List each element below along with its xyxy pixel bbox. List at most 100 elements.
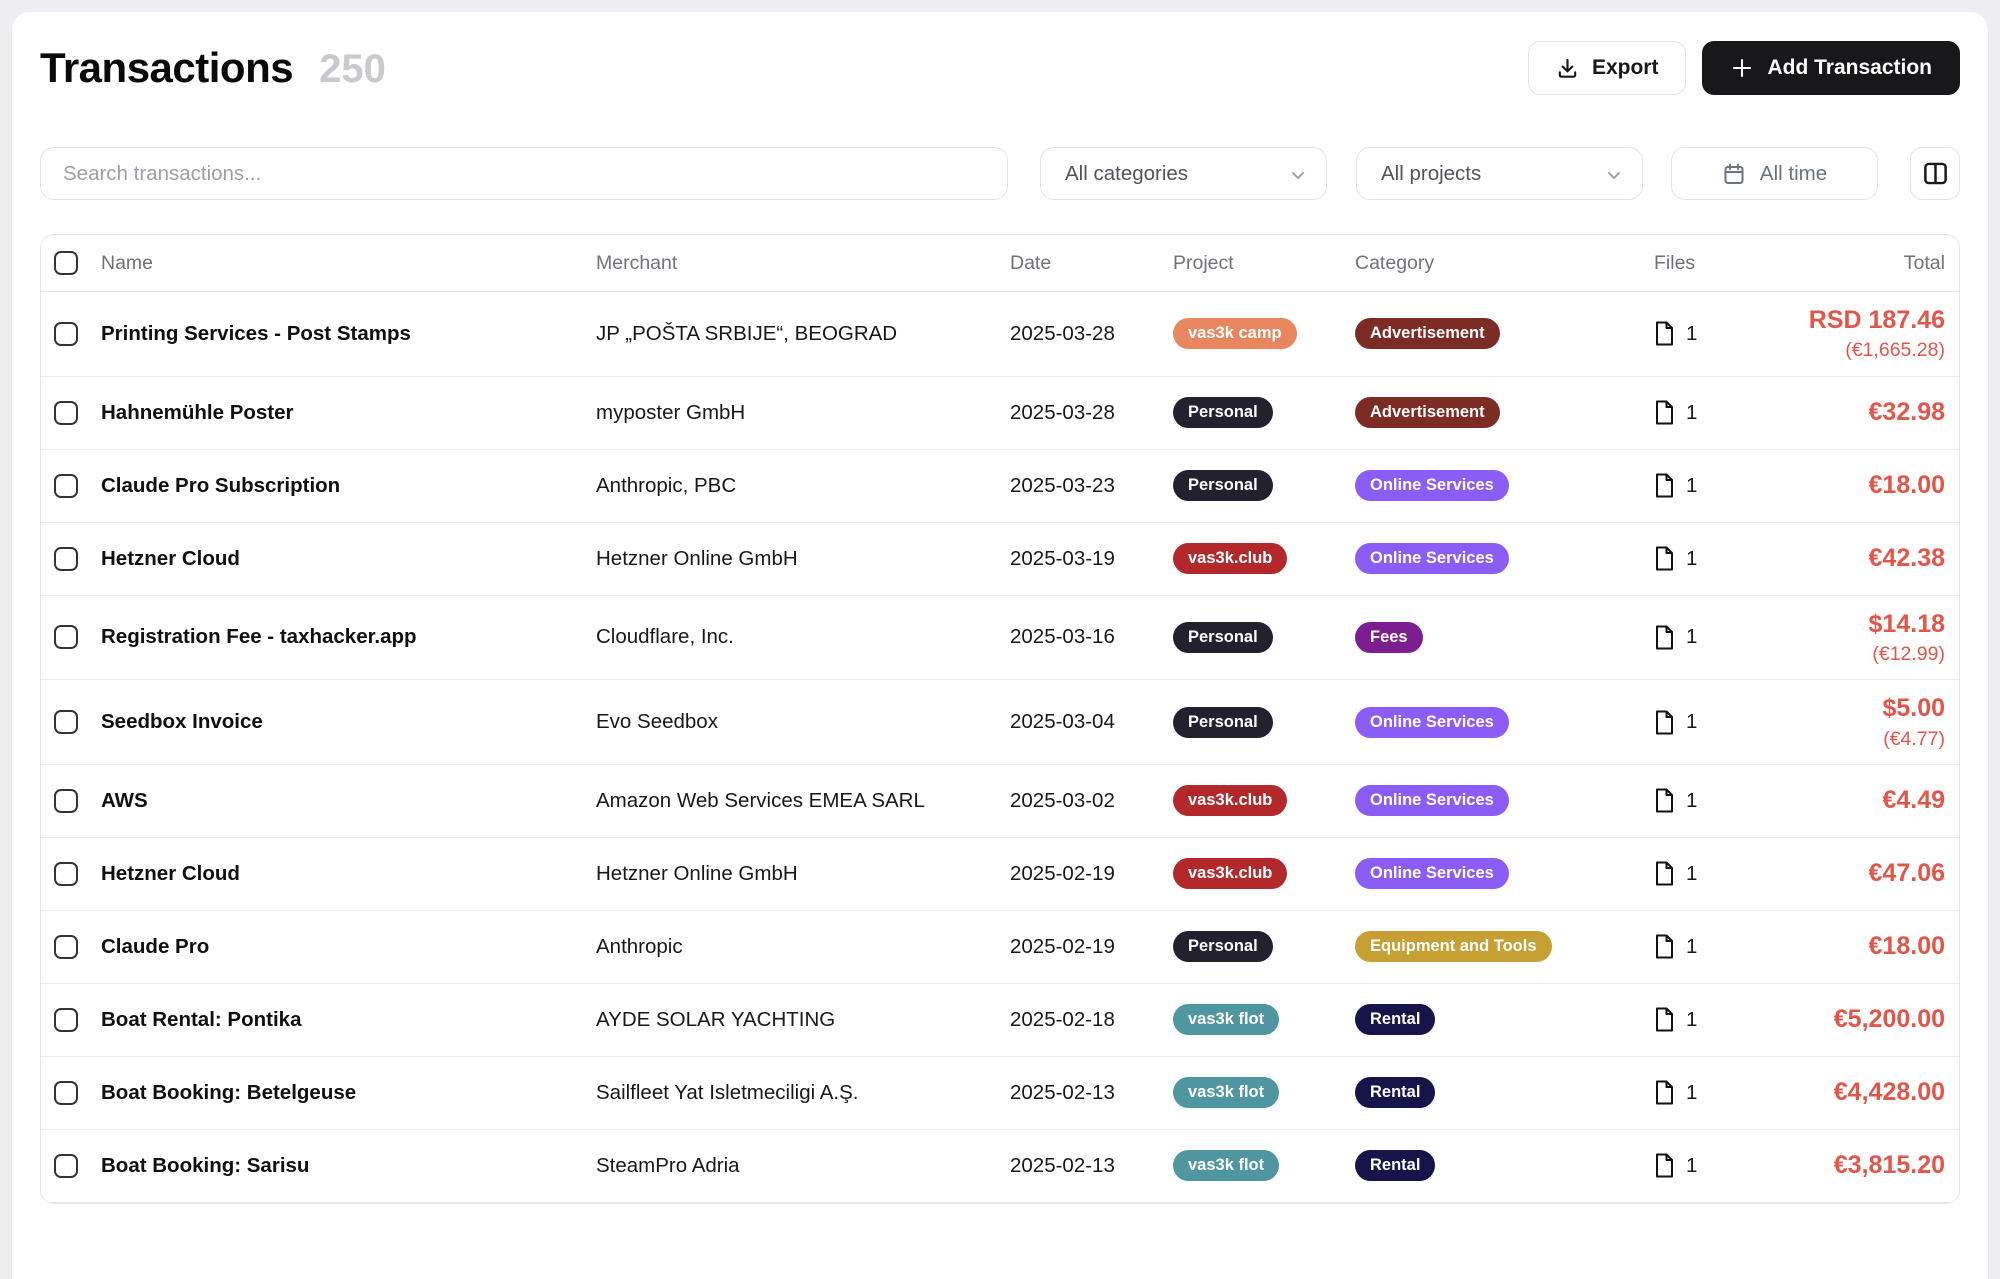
category-badge: Advertisement: [1355, 397, 1500, 428]
row-total-cell: €4.49: [1774, 785, 1959, 816]
table-row[interactable]: Claude Pro Subscription Anthropic, PBC 2…: [41, 450, 1959, 523]
category-badge: Online Services: [1355, 470, 1509, 501]
col-merchant[interactable]: Merchant: [596, 252, 1010, 275]
select-all-checkbox[interactable]: [54, 251, 78, 275]
project-badge: Personal: [1173, 622, 1273, 653]
col-name[interactable]: Name: [101, 252, 596, 275]
file-count: 1: [1686, 401, 1697, 425]
row-merchant: Sailfleet Yat Isletmeciligi A.Ş.: [596, 1081, 1010, 1105]
col-category[interactable]: Category: [1355, 252, 1654, 275]
table-row[interactable]: Seedbox Invoice Evo Seedbox 2025-03-04 P…: [41, 680, 1959, 765]
row-checkbox[interactable]: [54, 401, 78, 425]
row-category-cell: Rental: [1355, 1077, 1654, 1108]
row-total: €3,815.20: [1774, 1150, 1945, 1181]
chevron-down-icon: [1604, 165, 1624, 185]
row-checkbox[interactable]: [54, 625, 78, 649]
content-card: Transactions 250 Export Add Transaction: [12, 12, 1988, 1279]
row-checkbox[interactable]: [54, 789, 78, 813]
row-files-cell: 1: [1654, 1080, 1774, 1105]
table-row[interactable]: Hetzner Cloud Hetzner Online GmbH 2025-0…: [41, 838, 1959, 911]
row-checkbox[interactable]: [54, 862, 78, 886]
row-files-cell: 1: [1654, 788, 1774, 813]
row-checkbox[interactable]: [54, 1008, 78, 1032]
row-total: €18.00: [1774, 470, 1945, 501]
row-checkbox-cell: [41, 935, 101, 959]
row-checkbox[interactable]: [54, 710, 78, 734]
row-category-cell: Online Services: [1355, 707, 1654, 738]
row-total-cell: RSD 187.46 (€1,665.28): [1774, 305, 1959, 363]
category-badge: Advertisement: [1355, 318, 1500, 349]
row-checkbox[interactable]: [54, 1154, 78, 1178]
row-checkbox[interactable]: [54, 935, 78, 959]
row-category-cell: Online Services: [1355, 858, 1654, 889]
row-name: Seedbox Invoice: [101, 710, 596, 734]
file-icon: [1654, 1007, 1675, 1032]
row-checkbox-cell: [41, 710, 101, 734]
row-category-cell: Fees: [1355, 622, 1654, 653]
row-name: Boat Rental: Pontika: [101, 1008, 596, 1032]
row-checkbox[interactable]: [54, 322, 78, 346]
table-row[interactable]: Hahnemühle Poster myposter GmbH 2025-03-…: [41, 377, 1959, 450]
row-total: €18.00: [1774, 931, 1945, 962]
title-group: Transactions 250: [40, 44, 386, 92]
file-count: 1: [1686, 625, 1697, 649]
file-icon: [1654, 321, 1675, 346]
table-row[interactable]: Boat Rental: Pontika AYDE SOLAR YACHTING…: [41, 984, 1959, 1057]
row-merchant: AYDE SOLAR YACHTING: [596, 1008, 1010, 1032]
row-date: 2025-02-19: [1010, 862, 1173, 886]
page-header: Transactions 250 Export Add Transaction: [40, 40, 1960, 96]
table-row[interactable]: Boat Booking: Sarisu SteamPro Adria 2025…: [41, 1130, 1959, 1203]
row-checkbox[interactable]: [54, 474, 78, 498]
file-icon: [1654, 546, 1675, 571]
category-badge: Equipment and Tools: [1355, 931, 1552, 962]
table-row[interactable]: Boat Booking: Betelgeuse Sailfleet Yat I…: [41, 1057, 1959, 1130]
row-merchant: Amazon Web Services EMEA SARL: [596, 789, 1010, 813]
table-row[interactable]: Printing Services - Post Stamps JP „POŠT…: [41, 292, 1959, 377]
row-date: 2025-03-16: [1010, 625, 1173, 649]
row-category-cell: Advertisement: [1355, 397, 1654, 428]
row-project-cell: vas3k flot: [1173, 1150, 1355, 1181]
category-filter[interactable]: All categories: [1040, 147, 1327, 200]
filters-row: All categories All projects All time: [40, 147, 1960, 200]
row-checkbox[interactable]: [54, 1081, 78, 1105]
row-total: RSD 187.46: [1774, 305, 1945, 336]
row-files-cell: 1: [1654, 934, 1774, 959]
row-name: Claude Pro: [101, 935, 596, 959]
category-filter-value: All categories: [1065, 162, 1188, 186]
col-date[interactable]: Date: [1010, 252, 1173, 275]
table-row[interactable]: Claude Pro Anthropic 2025-02-19 Personal…: [41, 911, 1959, 984]
row-checkbox[interactable]: [54, 547, 78, 571]
row-category-cell: Online Services: [1355, 785, 1654, 816]
row-project-cell: vas3k.club: [1173, 858, 1355, 889]
row-total: €4,428.00: [1774, 1077, 1945, 1108]
row-project-cell: vas3k flot: [1173, 1004, 1355, 1035]
table-row[interactable]: Hetzner Cloud Hetzner Online GmbH 2025-0…: [41, 523, 1959, 596]
col-files[interactable]: Files: [1654, 252, 1774, 275]
row-total-cell: €42.38: [1774, 543, 1959, 574]
project-badge: vas3k camp: [1173, 318, 1297, 349]
row-total-sub: (€4.77): [1774, 727, 1945, 751]
category-badge: Online Services: [1355, 785, 1509, 816]
table-row[interactable]: Registration Fee - taxhacker.app Cloudfl…: [41, 596, 1959, 681]
project-filter[interactable]: All projects: [1356, 147, 1643, 200]
date-range-filter[interactable]: All time: [1671, 147, 1878, 200]
transactions-table: Name Merchant Date Project Category File…: [40, 234, 1960, 1204]
row-checkbox-cell: [41, 789, 101, 813]
row-total-sub: (€12.99): [1774, 642, 1945, 666]
export-button[interactable]: Export: [1528, 41, 1687, 95]
col-total[interactable]: Total: [1774, 252, 1959, 275]
column-toggle-button[interactable]: [1910, 147, 1960, 200]
project-badge: Personal: [1173, 931, 1273, 962]
row-files-cell: 1: [1654, 1153, 1774, 1178]
search-input[interactable]: [40, 147, 1008, 200]
add-transaction-button[interactable]: Add Transaction: [1702, 41, 1960, 95]
category-badge: Online Services: [1355, 858, 1509, 889]
header-checkbox-cell: [41, 251, 101, 275]
row-category-cell: Equipment and Tools: [1355, 931, 1654, 962]
category-badge: Rental: [1355, 1004, 1435, 1035]
row-project-cell: Personal: [1173, 622, 1355, 653]
table-row[interactable]: AWS Amazon Web Services EMEA SARL 2025-0…: [41, 765, 1959, 838]
row-files-cell: 1: [1654, 625, 1774, 650]
col-project[interactable]: Project: [1173, 252, 1355, 275]
row-date: 2025-03-02: [1010, 789, 1173, 813]
